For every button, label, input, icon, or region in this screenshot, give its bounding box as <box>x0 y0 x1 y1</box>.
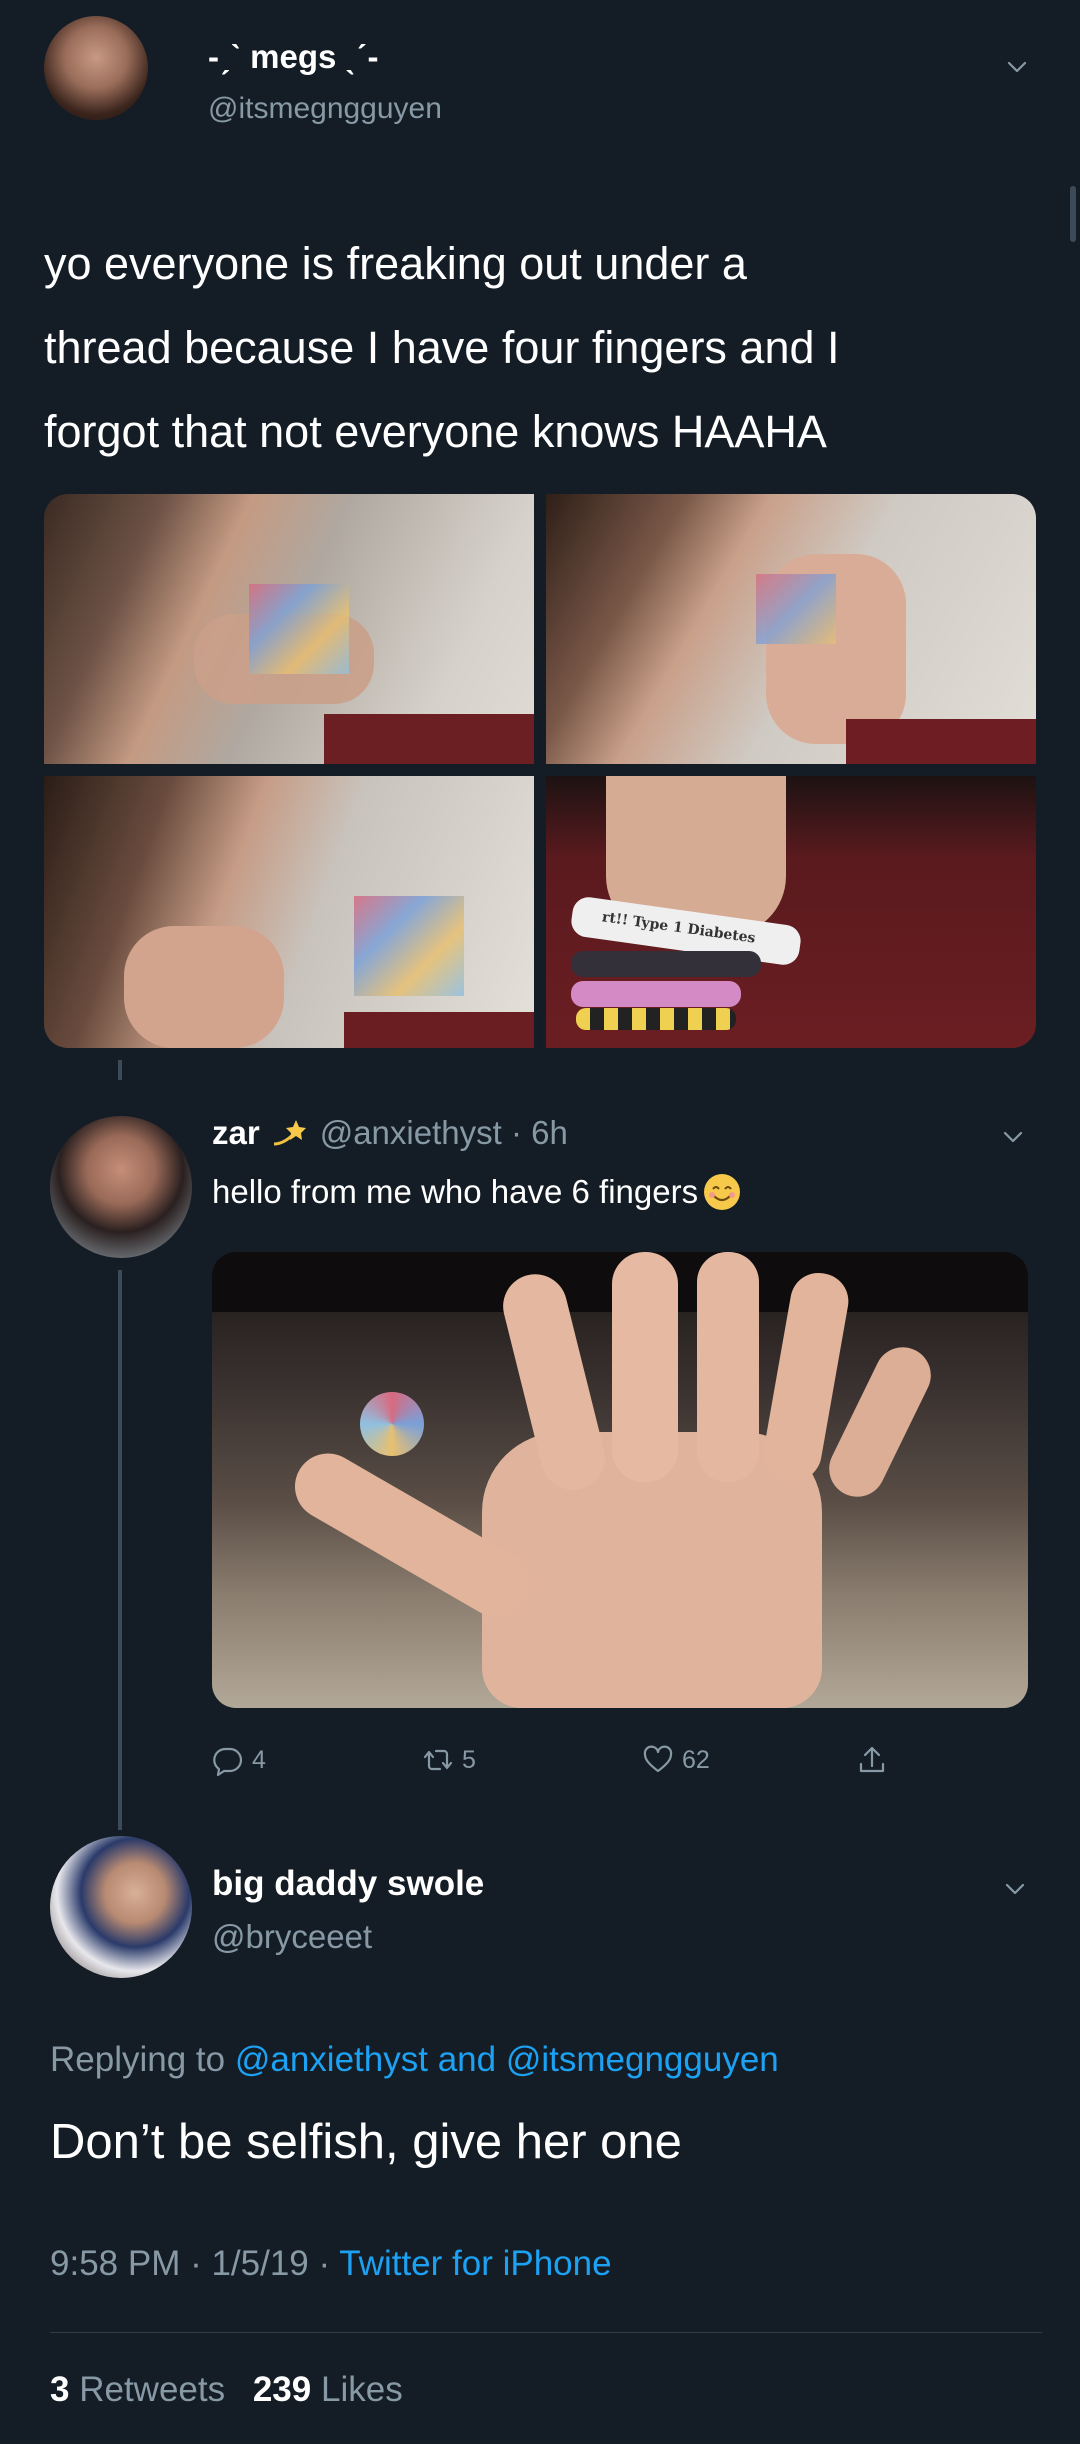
wristband-stripe <box>576 1008 736 1030</box>
retweet-count: 5 <box>462 1745 476 1774</box>
retweets-label: Retweets <box>79 2370 226 2409</box>
reply-handle-time[interactable]: @anxiethyst · 6h <box>320 1114 568 1152</box>
timestamp: 9:58 PM · 1/5/19 · Twitter for iPhone <box>50 2244 612 2284</box>
tweet-text-line2: thread because I have four fingers and I <box>44 322 840 373</box>
dizzy-emoji-icon <box>270 1116 310 1150</box>
reply-text-content: hello from me who have 6 fingers <box>212 1173 699 1210</box>
reply-display-name[interactable]: zar <box>212 1114 260 1152</box>
scrollbar[interactable] <box>1070 186 1076 242</box>
share-icon <box>859 1746 885 1773</box>
photo-4[interactable]: rt!! Type 1 Diabetes <box>546 776 1036 1048</box>
reply-text: hello from me who have 6 fingers <box>212 1172 742 1212</box>
replying-to: Replying to @anxiethyst and @itsmegngguy… <box>50 2040 779 2080</box>
shirt <box>344 1012 534 1048</box>
finger-3 <box>697 1252 759 1482</box>
hand-shape <box>124 926 284 1048</box>
poster <box>249 584 349 674</box>
likes-stat[interactable]: 239 Likes <box>253 2370 403 2409</box>
retweet-action[interactable]: 5 <box>422 1744 476 1776</box>
finger-2 <box>612 1252 678 1482</box>
thread-line <box>118 1270 122 1830</box>
smiling-emoji-icon <box>702 1172 742 1212</box>
stats: 3 Retweets 239 Likes <box>50 2370 403 2410</box>
divider <box>50 2332 1042 2333</box>
photo-2[interactable] <box>546 494 1036 764</box>
handle[interactable]: @itsmegngguyen <box>208 92 442 126</box>
avatar-zar[interactable] <box>50 1116 192 1258</box>
chevron-down-icon[interactable] <box>1002 1126 1024 1148</box>
reply-photo[interactable] <box>212 1252 1028 1708</box>
poster <box>354 896 464 996</box>
avatar-megs[interactable] <box>44 16 148 120</box>
thread-line-top <box>118 1060 122 1080</box>
tweet2-text: Don’t be selfish, give her one <box>50 2115 682 2169</box>
heart-icon <box>643 1745 673 1773</box>
like-count: 62 <box>682 1745 710 1774</box>
like-action[interactable]: 62 <box>642 1744 710 1776</box>
tweet-text-line3: forgot that not everyone knows HAAHA <box>44 406 827 457</box>
photo-1[interactable] <box>44 494 534 764</box>
replying-prefix: Replying to <box>50 2040 226 2079</box>
chevron-down-icon[interactable] <box>1004 1878 1026 1900</box>
wristband-dark <box>571 951 761 977</box>
shirt <box>324 714 534 764</box>
reply-count: 4 <box>252 1745 266 1774</box>
poster <box>756 574 836 644</box>
reply-header: zar @anxiethyst · 6h <box>212 1114 568 1152</box>
tweet-text-line1: yo everyone is freaking out under a <box>44 238 747 289</box>
time-date: 9:58 PM · 1/5/19 · <box>50 2244 331 2283</box>
tweet2-handle[interactable]: @bryceeet <box>212 1918 372 1956</box>
reply-action[interactable]: 4 <box>212 1744 266 1776</box>
chevron-down-icon[interactable] <box>1006 56 1028 78</box>
share-action[interactable] <box>856 1744 888 1776</box>
replying-user-2[interactable]: @itsmegngguyen <box>506 2040 779 2079</box>
tweet2-display-name[interactable]: big daddy swole <box>212 1864 484 1904</box>
replying-user-1[interactable]: @anxiethyst <box>235 2040 428 2079</box>
source-link[interactable]: Twitter for iPhone <box>339 2244 611 2283</box>
sticker <box>360 1392 424 1456</box>
retweets-count: 3 <box>50 2370 70 2409</box>
retweet-icon <box>423 1749 453 1771</box>
reply-icon <box>213 1747 243 1776</box>
avatar-bryce[interactable] <box>50 1836 192 1978</box>
likes-count: 239 <box>252 2370 312 2409</box>
retweets-stat[interactable]: 3 Retweets <box>50 2370 235 2409</box>
wristband-pink <box>571 981 741 1007</box>
photo-3[interactable] <box>44 776 534 1048</box>
shirt <box>846 719 1036 764</box>
likes-label: Likes <box>320 2370 403 2409</box>
replying-and: and <box>437 2040 497 2079</box>
display-name[interactable]: -ˏˋ megs ˎˊ- <box>208 38 378 76</box>
